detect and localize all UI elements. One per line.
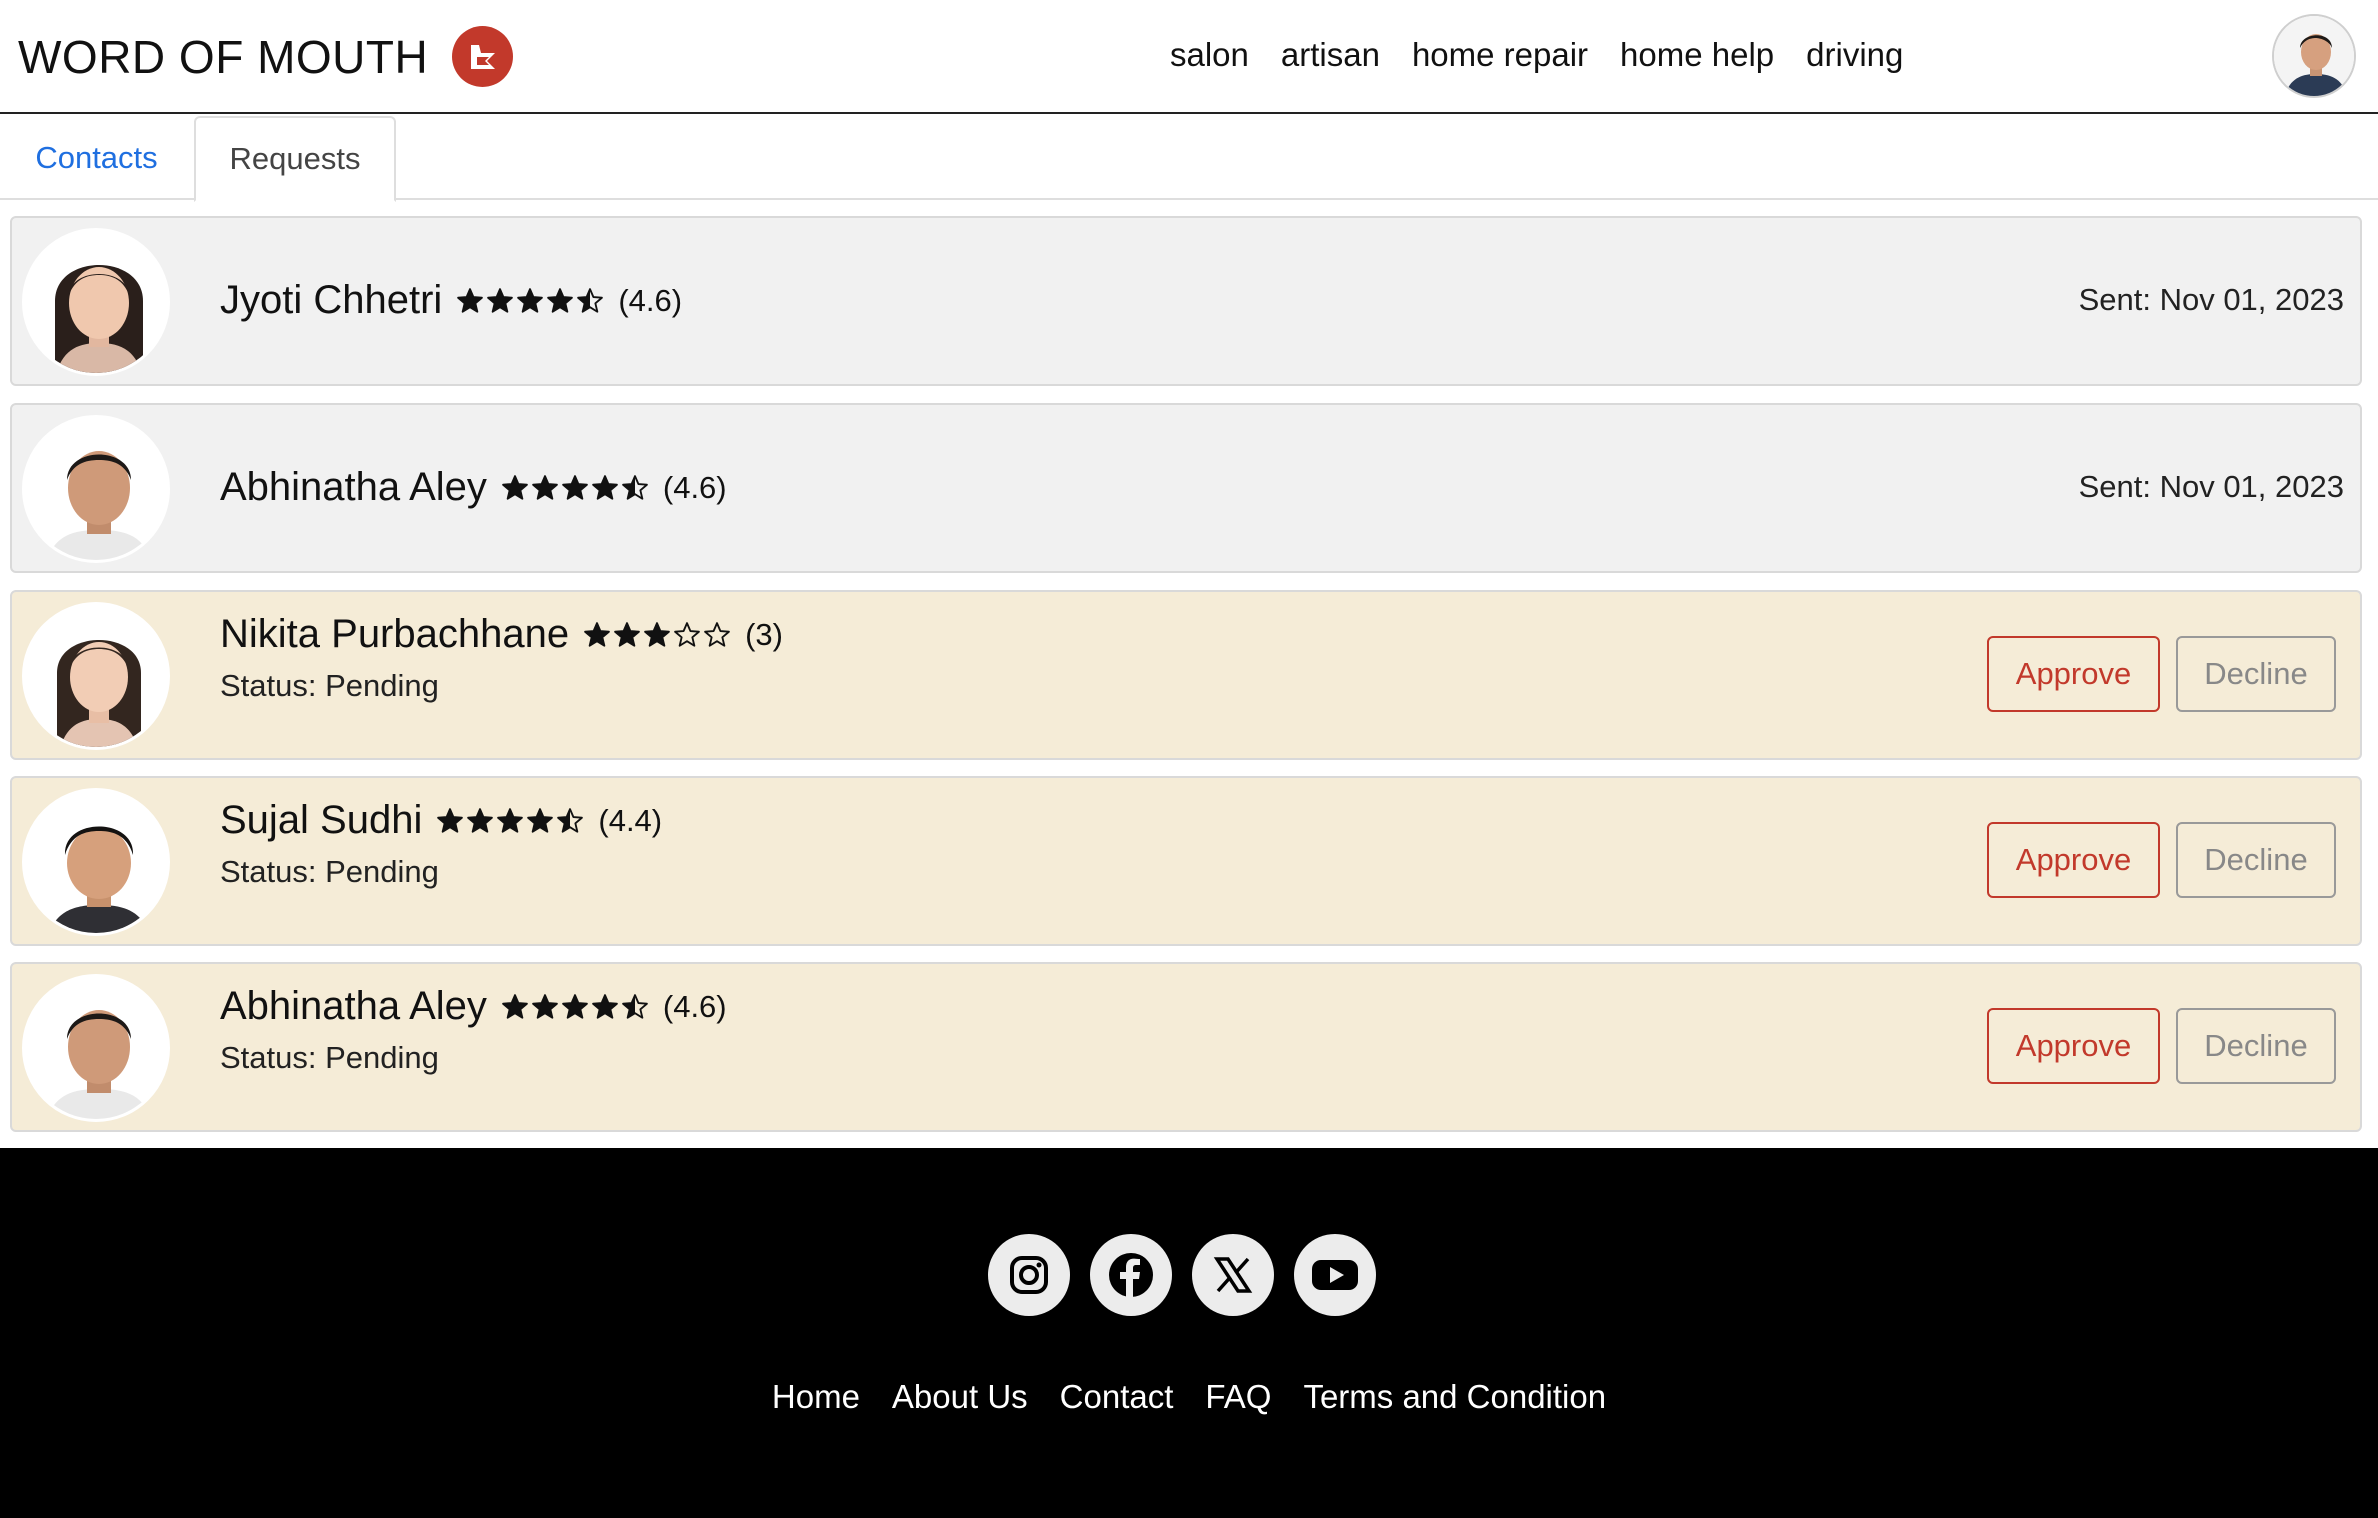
footer-link-home[interactable]: Home — [772, 1378, 860, 1416]
footer-link-about-us[interactable]: About Us — [892, 1378, 1028, 1416]
status-text: Status: Pending — [220, 854, 439, 889]
avatar — [22, 602, 170, 750]
brand-logo-icon[interactable] — [452, 26, 514, 87]
decline-button[interactable]: Decline — [2176, 822, 2336, 898]
contact-name[interactable]: Abhinatha Aley — [220, 465, 487, 510]
tab-bar: Contacts Requests — [0, 116, 2378, 202]
status-text: Status: Pending — [220, 668, 439, 703]
rating-value: (4.4) — [598, 802, 663, 838]
avatar — [22, 415, 170, 563]
footer-link-terms[interactable]: Terms and Condition — [1303, 1378, 1606, 1416]
status-text: Status: Pending — [220, 1040, 439, 1075]
nav-item-driving[interactable]: driving — [1806, 36, 1903, 74]
tab-contacts[interactable]: Contacts — [0, 116, 193, 200]
name-row: Abhinatha Aley (4.6) — [220, 984, 727, 1029]
star-half-icon — [622, 474, 648, 500]
nav-item-home-help[interactable]: home help — [1620, 36, 1774, 74]
name-row: Jyoti Chhetri (4.6) — [220, 278, 682, 323]
star-full-icon — [502, 993, 528, 1019]
star-full-icon — [547, 287, 574, 313]
star-full-icon — [517, 287, 544, 313]
request-card: Abhinatha Aley (4.6) Status: Pending App… — [10, 962, 2362, 1132]
star-full-icon — [584, 621, 610, 647]
footer-links: Home About Us Contact FAQ Terms and Cond… — [0, 1378, 2378, 1416]
request-card: Nikita Purbachhane (3) Status: Pending A… — [10, 590, 2362, 760]
rating-value: (4.6) — [618, 282, 683, 318]
contact-name[interactable]: Jyoti Chhetri — [220, 278, 442, 323]
star-full-icon — [497, 807, 524, 833]
footer-link-faq[interactable]: FAQ — [1205, 1378, 1271, 1416]
star-empty-icon — [674, 621, 700, 647]
brand[interactable]: WORD OF MOUTH — [18, 26, 514, 87]
star-full-icon — [532, 993, 558, 1019]
nav-item-artisan[interactable]: artisan — [1281, 36, 1380, 74]
category-nav: salon artisan home repair home help driv… — [1170, 36, 1903, 74]
star-full-icon — [562, 993, 588, 1019]
approve-button[interactable]: Approve — [1987, 822, 2160, 898]
youtube-icon[interactable] — [1294, 1234, 1376, 1316]
star-rating — [583, 621, 731, 649]
star-full-icon — [467, 807, 494, 833]
footer-link-contact[interactable]: Contact — [1060, 1378, 1174, 1416]
star-full-icon — [487, 287, 514, 313]
avatar — [22, 228, 170, 376]
instagram-icon[interactable] — [988, 1234, 1070, 1316]
star-full-icon — [592, 474, 618, 500]
decline-button[interactable]: Decline — [2176, 1008, 2336, 1084]
top-header: WORD OF MOUTH salon artisan home repair … — [0, 0, 2378, 114]
star-half-icon — [622, 993, 648, 1019]
star-full-icon — [614, 621, 640, 647]
star-half-icon — [577, 287, 604, 313]
star-full-icon — [457, 287, 484, 313]
footer: Home About Us Contact FAQ Terms and Cond… — [0, 1148, 2378, 1518]
x-icon[interactable] — [1192, 1234, 1274, 1316]
rating-value: (4.6) — [662, 988, 727, 1024]
request-card: Jyoti Chhetri (4.6) Sent: Nov 01, 2023 — [10, 216, 2362, 386]
nav-item-salon[interactable]: salon — [1170, 36, 1249, 74]
star-full-icon — [502, 474, 528, 500]
star-rating — [501, 474, 649, 502]
contact-name[interactable]: Nikita Purbachhane — [220, 612, 569, 657]
star-half-icon — [557, 807, 584, 833]
star-full-icon — [527, 807, 554, 833]
name-row: Sujal Sudhi (4.4) — [220, 798, 662, 843]
social-links — [988, 1234, 1376, 1316]
tab-requests[interactable]: Requests — [194, 116, 396, 202]
name-row: Abhinatha Aley (4.6) — [220, 465, 727, 510]
name-row: Nikita Purbachhane (3) — [220, 612, 783, 657]
contact-name[interactable]: Abhinatha Aley — [220, 984, 487, 1029]
star-full-icon — [562, 474, 588, 500]
star-full-icon — [644, 621, 670, 647]
star-rating — [436, 807, 584, 835]
avatar — [22, 788, 170, 936]
sent-date: Sent: Nov 01, 2023 — [2078, 469, 2344, 504]
star-rating — [456, 287, 604, 315]
rating-value: (3) — [745, 616, 783, 652]
user-avatar[interactable] — [2272, 14, 2356, 98]
rating-value: (4.6) — [662, 469, 727, 505]
facebook-icon[interactable] — [1090, 1234, 1172, 1316]
star-full-icon — [532, 474, 558, 500]
contact-name[interactable]: Sujal Sudhi — [220, 798, 422, 843]
star-full-icon — [592, 993, 618, 1019]
sent-date: Sent: Nov 01, 2023 — [2078, 282, 2344, 317]
star-full-icon — [437, 807, 464, 833]
approve-button[interactable]: Approve — [1987, 1008, 2160, 1084]
request-card: Sujal Sudhi (4.4) Status: Pending Approv… — [10, 776, 2362, 946]
request-card: Abhinatha Aley (4.6) Sent: Nov 01, 2023 — [10, 403, 2362, 573]
decline-button[interactable]: Decline — [2176, 636, 2336, 712]
avatar — [22, 974, 170, 1122]
brand-name[interactable]: WORD OF MOUTH — [18, 30, 428, 84]
approve-button[interactable]: Approve — [1987, 636, 2160, 712]
star-rating — [501, 993, 649, 1021]
star-empty-icon — [704, 621, 730, 647]
nav-item-home-repair[interactable]: home repair — [1412, 36, 1588, 74]
